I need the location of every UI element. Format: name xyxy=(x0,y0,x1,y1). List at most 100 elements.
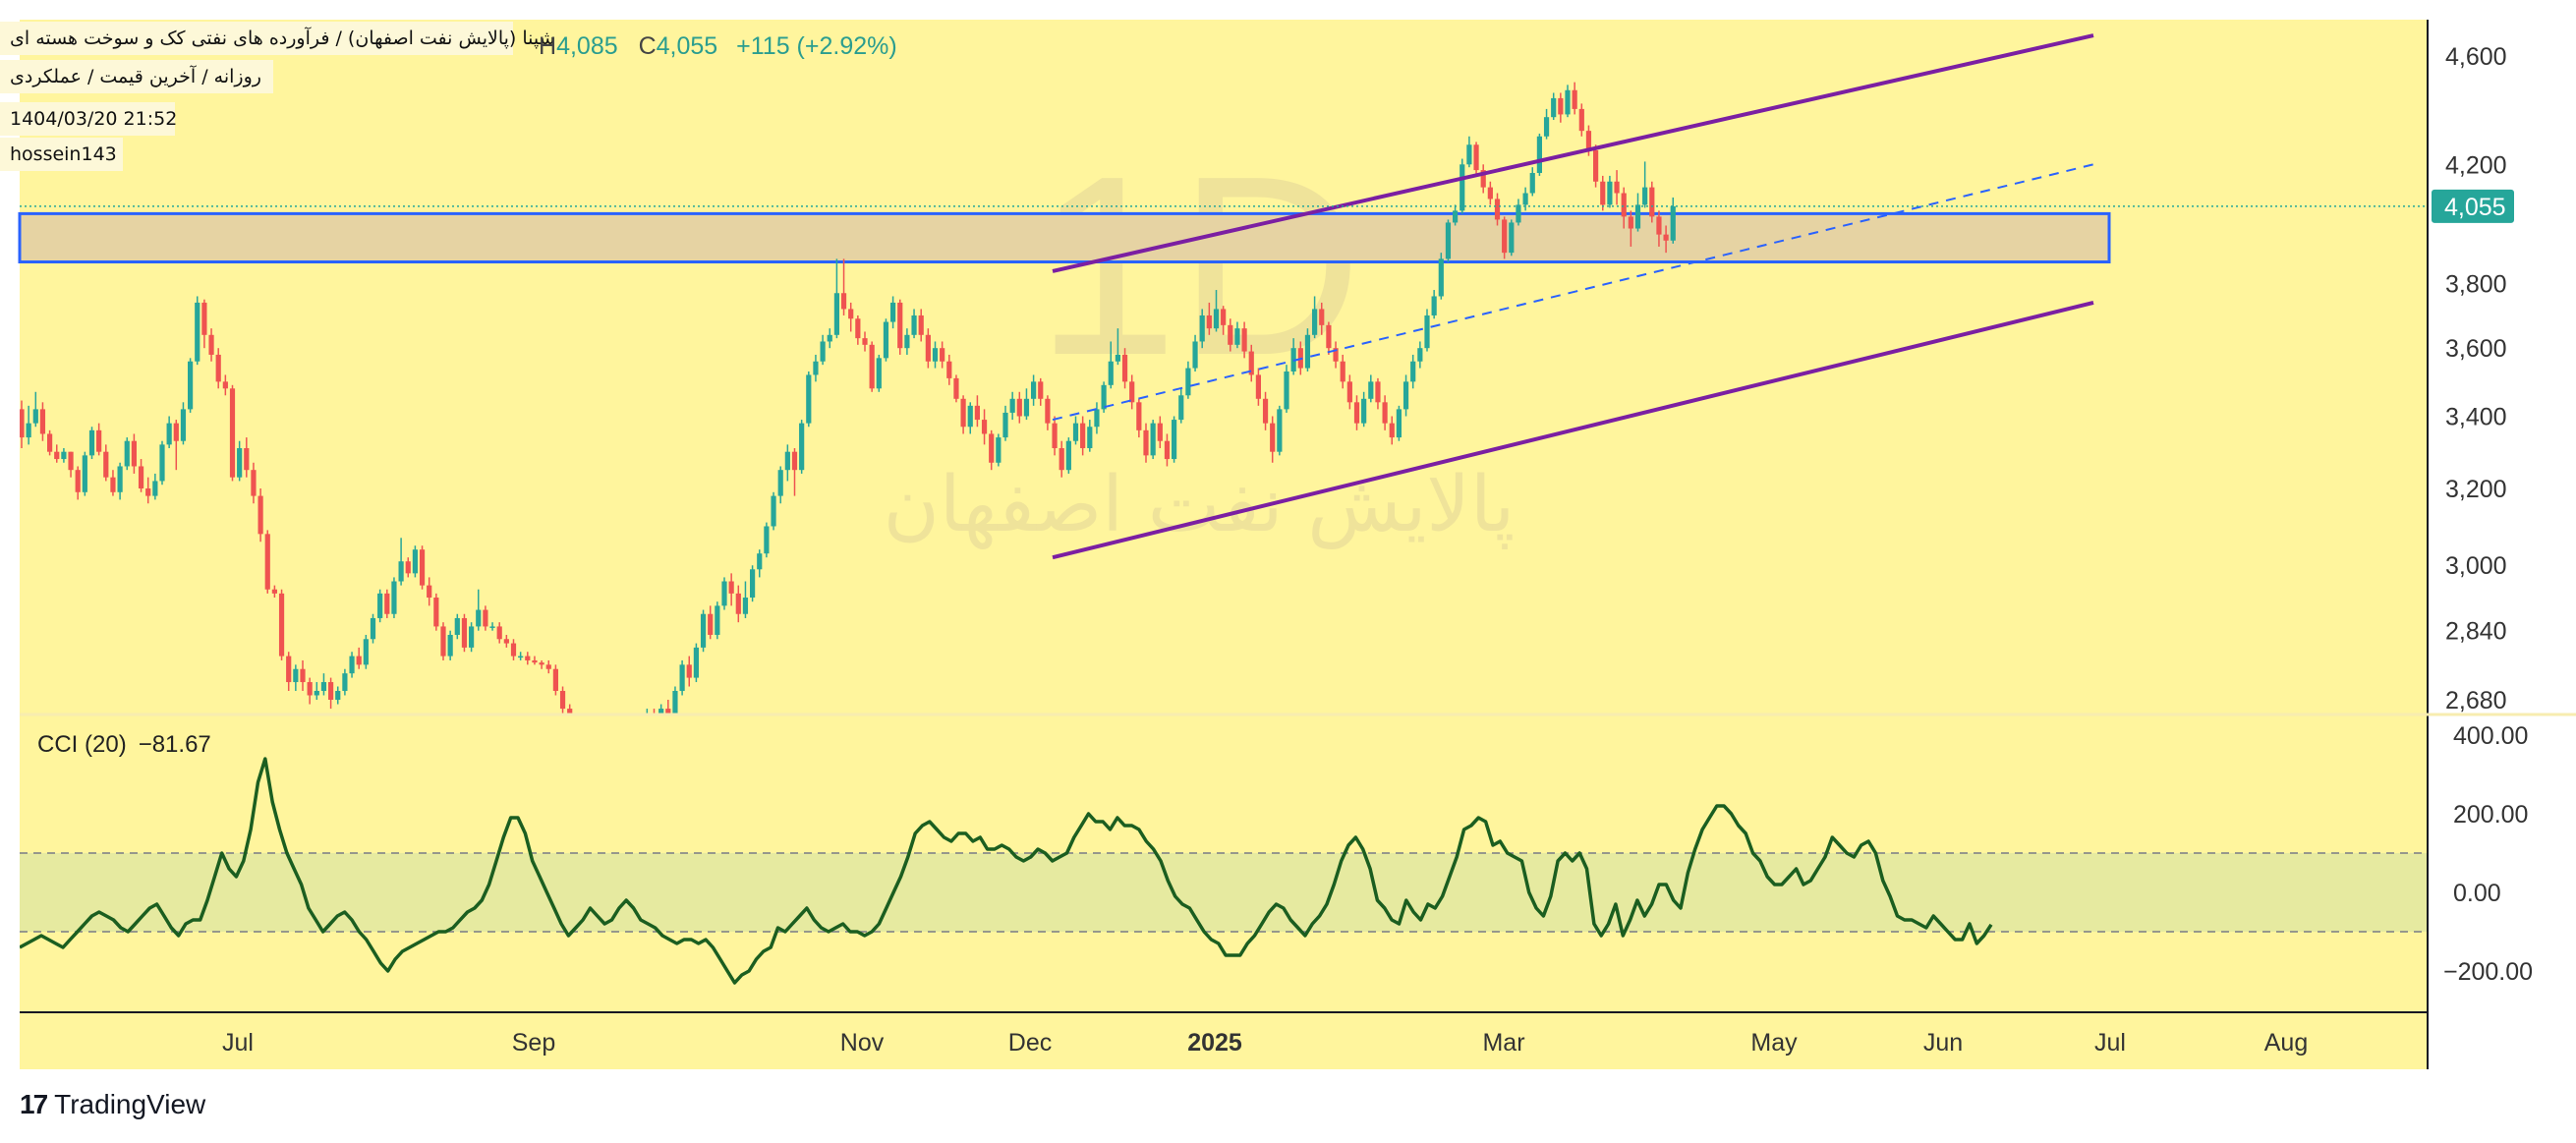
candle xyxy=(370,613,376,644)
time-tick-label: 2025 xyxy=(1187,1029,1242,1057)
candle-body xyxy=(433,598,439,627)
candle-body xyxy=(1080,423,1086,449)
candle-body xyxy=(447,634,453,657)
candle-body xyxy=(1445,222,1452,259)
candle-body xyxy=(1558,97,1564,115)
candle-body xyxy=(665,709,671,714)
candle-body xyxy=(496,626,502,640)
candle-body xyxy=(1172,420,1177,460)
candle-body xyxy=(1529,172,1535,194)
time-tick-label: Mar xyxy=(1482,1029,1524,1057)
cci-tick-label: −200.00 xyxy=(2443,958,2533,986)
cci-band xyxy=(20,852,2428,933)
candle-body xyxy=(813,361,819,375)
candle xyxy=(469,622,475,653)
candle-body xyxy=(342,673,348,691)
candle xyxy=(433,593,439,631)
candle xyxy=(1277,405,1283,456)
candle-body xyxy=(32,409,38,424)
candle-body xyxy=(1192,341,1198,369)
author-label: hossein143 xyxy=(0,138,123,171)
candle-body xyxy=(1157,423,1163,441)
candle-body xyxy=(960,398,966,428)
candle-body xyxy=(166,423,172,445)
candle-body xyxy=(1121,354,1128,382)
candle-body xyxy=(244,448,250,471)
candle xyxy=(440,622,446,660)
candle-body xyxy=(1578,108,1584,132)
candle-body xyxy=(1389,423,1395,438)
candle-body xyxy=(679,664,685,691)
candle xyxy=(159,440,165,486)
candle-body xyxy=(96,429,102,452)
candle-body xyxy=(328,682,334,700)
candle xyxy=(1101,381,1107,413)
candle-body xyxy=(1164,440,1171,460)
candle-body xyxy=(1466,144,1472,165)
candle-body xyxy=(883,321,889,359)
chart-canvas[interactable]: 1D پالایش نفت اصفهان 2,680 2,840 3,000 3,20… xyxy=(0,0,2576,1143)
candle-body xyxy=(693,647,699,678)
candle xyxy=(1502,216,1508,259)
candle-body xyxy=(1634,204,1641,229)
candle xyxy=(1536,133,1542,176)
cci-tick-label: 200.00 xyxy=(2453,801,2528,829)
candle-body xyxy=(208,334,214,355)
tradingview-brand[interactable]: 17 TradingView xyxy=(20,1089,205,1120)
candle-body xyxy=(476,609,482,627)
candle-body xyxy=(1543,117,1550,137)
price-tick-label: 3,200 xyxy=(2445,476,2507,503)
candle-body xyxy=(1536,136,1542,173)
candle-body xyxy=(721,581,727,606)
cci-band-fill xyxy=(20,853,2428,932)
candle-body xyxy=(1319,309,1325,325)
time-tick-label: Jul xyxy=(2094,1029,2126,1057)
watermark-symbol-name: پالایش نفت اصفهان xyxy=(884,461,1516,549)
candle-body xyxy=(925,334,931,362)
candle-body xyxy=(996,437,1002,463)
candle-body xyxy=(489,626,495,628)
candle-body xyxy=(1621,193,1627,217)
candle xyxy=(764,522,770,558)
candle-body xyxy=(1410,361,1416,382)
candle-body xyxy=(222,381,228,389)
price-tick-label: 2,680 xyxy=(2445,687,2507,714)
candle-body xyxy=(370,617,376,640)
candle-body xyxy=(559,690,566,710)
candle-body xyxy=(26,423,31,438)
candle xyxy=(876,354,882,392)
candle-body xyxy=(307,682,313,696)
candle-body xyxy=(799,423,805,471)
candle xyxy=(412,545,418,578)
candle-body xyxy=(1487,187,1493,200)
candle-body xyxy=(1516,204,1521,223)
candle-body xyxy=(869,344,875,389)
candle-body xyxy=(1424,314,1430,349)
candle xyxy=(47,429,53,456)
candle-body xyxy=(20,409,25,438)
candle-body xyxy=(180,409,187,441)
candle-body xyxy=(1087,427,1093,449)
candle-body xyxy=(918,314,924,335)
candle-body xyxy=(1382,402,1388,424)
candle xyxy=(1509,219,1515,257)
candle-body xyxy=(1221,309,1227,325)
time-tick-label: Sep xyxy=(512,1029,555,1057)
cci-legend[interactable]: CCI (20) −81.67 xyxy=(37,731,211,759)
candle-body xyxy=(791,451,798,471)
candle-body xyxy=(989,433,995,463)
candle-body xyxy=(1052,423,1058,449)
candle-body xyxy=(47,433,53,452)
candle-body xyxy=(201,302,207,335)
candle-body xyxy=(356,656,362,665)
candle-body xyxy=(427,585,432,599)
candle-body xyxy=(742,598,749,614)
candle-body xyxy=(728,581,734,594)
candle-body xyxy=(1115,354,1120,362)
candle-body xyxy=(1185,368,1191,396)
candle-body xyxy=(1522,193,1528,205)
candle-body xyxy=(1045,398,1051,424)
candle-body xyxy=(1304,334,1311,369)
candle-body xyxy=(1284,371,1289,410)
candle xyxy=(799,420,805,474)
